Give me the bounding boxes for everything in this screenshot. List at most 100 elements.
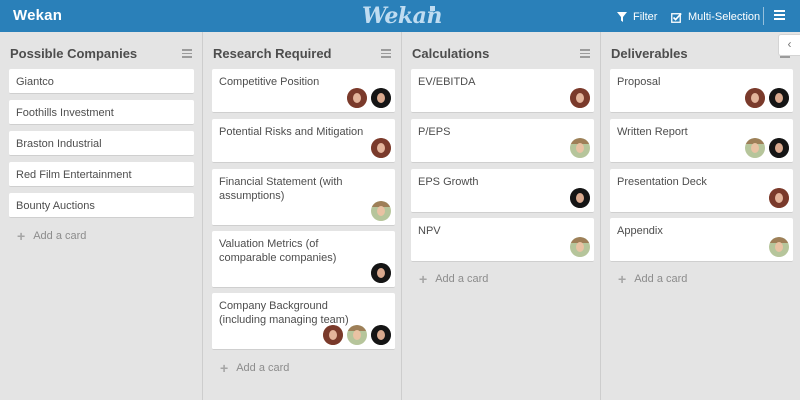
list-research-required: Research Required Competitive Position P… — [203, 32, 402, 400]
card-title: Presentation Deck — [617, 176, 707, 188]
filter-label: Filter — [633, 11, 658, 23]
list-title: Possible Companies — [10, 46, 138, 61]
woman-red-hair-avatar[interactable] — [347, 88, 367, 108]
woman-dark-hair-avatar[interactable] — [371, 263, 391, 283]
card-title: Proposal — [617, 76, 661, 88]
card-title: Valuation Metrics (of comparable compani… — [219, 238, 337, 264]
card-eps-growth[interactable]: EPS Growth — [411, 169, 594, 213]
card-giantco[interactable]: Giantco — [9, 69, 194, 94]
divider — [763, 7, 764, 25]
card-valuation-metrics[interactable]: Valuation Metrics (of comparable compani… — [212, 231, 395, 288]
card-title: EV/EBITDA — [418, 76, 476, 88]
card-members — [347, 88, 391, 108]
card-foothills-investment[interactable]: Foothills Investment — [9, 100, 194, 125]
board-title[interactable]: Wekan — [13, 7, 62, 24]
list-menu-icon[interactable] — [381, 49, 391, 58]
list-possible-companies: Possible Companies Giantco Foothills Inv… — [0, 32, 203, 400]
card-title: P/EPS — [418, 126, 451, 138]
card-ev-ebitda[interactable]: EV/EBITDA — [411, 69, 594, 113]
card-title: Written Report — [617, 126, 688, 138]
card-members — [745, 138, 789, 158]
card-bounty-auctions[interactable]: Bounty Auctions — [9, 193, 194, 218]
card-members — [371, 263, 391, 283]
add-card-label: Add a card — [33, 230, 87, 242]
woman-dark-hair-avatar[interactable] — [371, 88, 391, 108]
card-title: Appendix — [617, 225, 663, 237]
card-red-film-entertainment[interactable]: Red Film Entertainment — [9, 162, 194, 187]
card-financial-statement[interactable]: Financial Statement (with assumptions) — [212, 169, 395, 226]
card-title: Giantco — [16, 76, 54, 88]
multi-selection-label: Multi-Selection — [688, 11, 761, 23]
card-title: Braston Industrial — [16, 138, 102, 150]
list-menu-icon[interactable] — [182, 49, 192, 58]
card-members — [570, 88, 590, 108]
list-header[interactable]: Calculations — [402, 32, 600, 68]
woman-red-hair-avatar[interactable] — [769, 188, 789, 208]
plus-icon: + — [618, 270, 627, 287]
boy-avatar[interactable] — [371, 201, 391, 221]
card-company-background[interactable]: Company Background (including managing t… — [212, 293, 395, 350]
add-card-label: Add a card — [634, 273, 688, 285]
plus-icon: + — [17, 227, 26, 244]
card-presentation-deck[interactable]: Presentation Deck — [610, 169, 793, 213]
woman-red-hair-avatar[interactable] — [570, 88, 590, 108]
card-title: EPS Growth — [418, 176, 479, 188]
boy-avatar[interactable] — [347, 325, 367, 345]
list-header[interactable]: Research Required — [203, 32, 401, 68]
sidebar-toggle-button[interactable]: ‹ — [778, 34, 800, 56]
add-card-button[interactable]: + Add a card — [419, 270, 489, 287]
card-competitive-position[interactable]: Competitive Position — [212, 69, 395, 113]
card-members — [570, 237, 590, 257]
add-card-label: Add a card — [236, 362, 290, 374]
card-title: Company Background (including managing t… — [219, 300, 349, 326]
filter-button[interactable]: Filter — [617, 9, 657, 25]
boy-avatar[interactable] — [570, 237, 590, 257]
add-card-button[interactable]: + Add a card — [17, 227, 87, 244]
add-card-label: Add a card — [435, 273, 489, 285]
add-card-button[interactable]: + Add a card — [618, 270, 688, 287]
logo-mark — [430, 6, 435, 11]
woman-red-hair-avatar[interactable] — [371, 138, 391, 158]
card-appendix[interactable]: Appendix — [610, 218, 793, 262]
woman-dark-hair-avatar[interactable] — [371, 325, 391, 345]
card-members — [371, 138, 391, 158]
card-written-report[interactable]: Written Report — [610, 119, 793, 163]
boy-avatar[interactable] — [570, 138, 590, 158]
woman-red-hair-avatar[interactable] — [323, 325, 343, 345]
list-title: Calculations — [412, 46, 490, 61]
list-title: Research Required — [213, 46, 332, 61]
card-members — [371, 201, 391, 221]
woman-dark-hair-avatar[interactable] — [769, 138, 789, 158]
board-menu-icon[interactable] — [774, 9, 787, 22]
boy-avatar[interactable] — [769, 237, 789, 257]
card-members — [745, 88, 789, 108]
card-p-eps[interactable]: P/EPS — [411, 119, 594, 163]
card-braston-industrial[interactable]: Braston Industrial — [9, 131, 194, 156]
boy-avatar[interactable] — [745, 138, 765, 158]
card-potential-risks[interactable]: Potential Risks and Mitigation — [212, 119, 395, 163]
card-members — [769, 237, 789, 257]
plus-icon: + — [220, 359, 229, 376]
board-header: Wekan Wekan Filter Multi-Selection — [0, 0, 800, 32]
card-title: Financial Statement (with assumptions) — [219, 176, 343, 202]
card-title: Foothills Investment — [16, 107, 114, 119]
woman-dark-hair-avatar[interactable] — [570, 188, 590, 208]
plus-icon: + — [419, 270, 428, 287]
woman-dark-hair-avatar[interactable] — [769, 88, 789, 108]
card-members — [769, 188, 789, 208]
list-title: Deliverables — [611, 46, 688, 61]
filter-icon — [617, 12, 627, 22]
multi-selection-button[interactable]: Multi-Selection — [671, 9, 760, 25]
add-card-button[interactable]: + Add a card — [220, 359, 290, 376]
list-header[interactable]: Deliverables — [601, 32, 800, 68]
card-proposal[interactable]: Proposal — [610, 69, 793, 113]
card-title: Bounty Auctions — [16, 200, 95, 212]
card-members — [323, 325, 391, 345]
list-menu-icon[interactable] — [580, 49, 590, 58]
card-members — [570, 188, 590, 208]
checkbox-icon — [671, 12, 682, 23]
card-title: Potential Risks and Mitigation — [219, 126, 364, 138]
list-header[interactable]: Possible Companies — [0, 32, 202, 68]
woman-red-hair-avatar[interactable] — [745, 88, 765, 108]
card-npv[interactable]: NPV — [411, 218, 594, 262]
